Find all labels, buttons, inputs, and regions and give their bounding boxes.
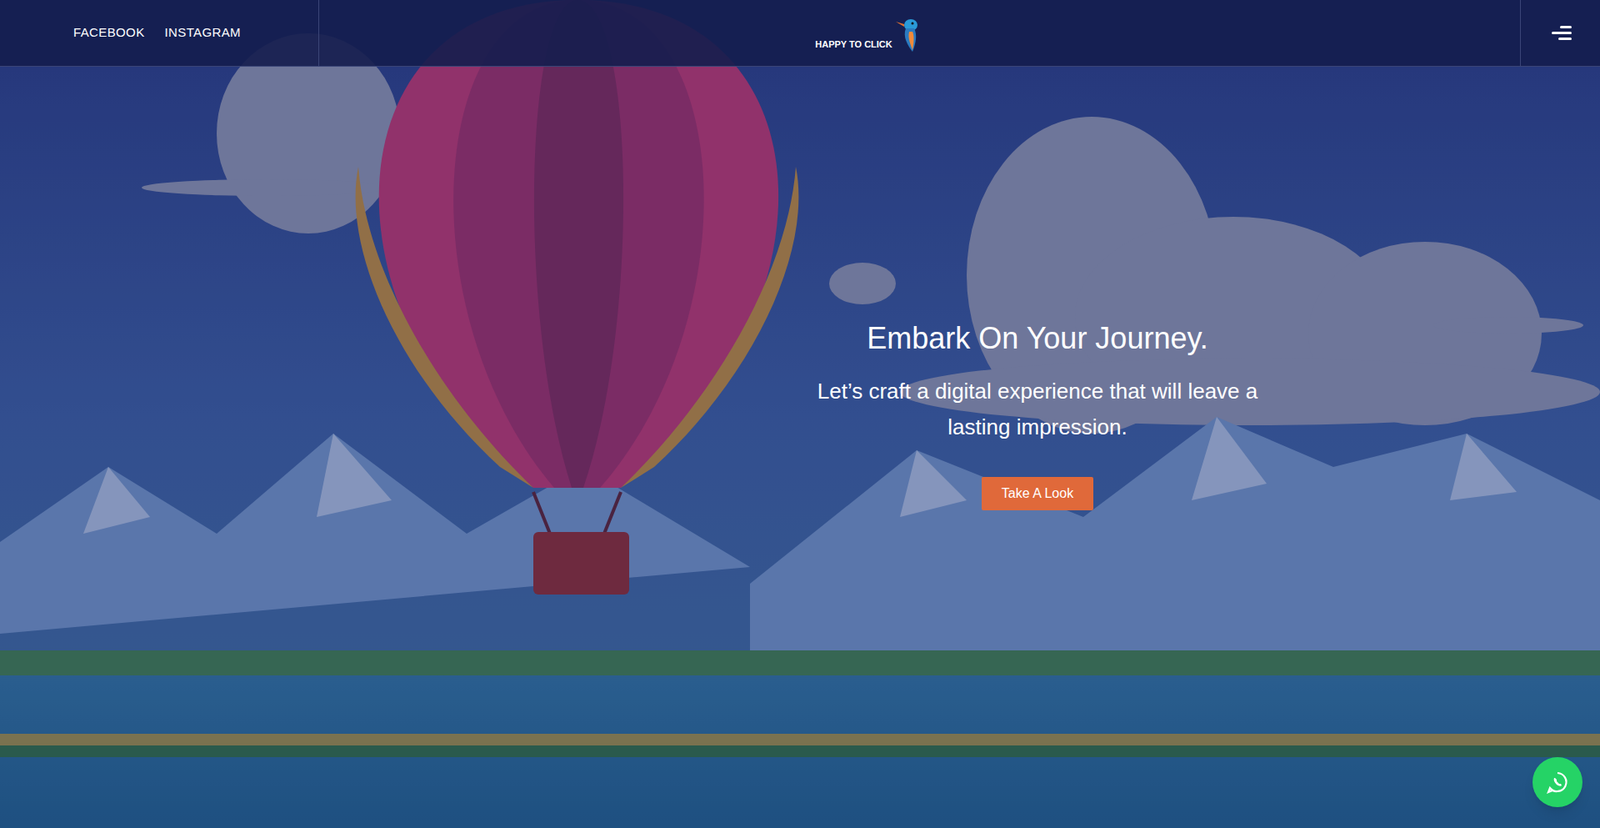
whatsapp-button[interactable] bbox=[1532, 756, 1583, 807]
page: FACEBOOKINSTAGRAMHAPPY TO CLICKEmbark On… bbox=[0, 0, 1600, 828]
hero: Embark On Your Journey. Let’s craft a dig… bbox=[0, 0, 1600, 828]
menu-button[interactable] bbox=[1520, 0, 1600, 66]
whatsapp-icon bbox=[1545, 770, 1570, 794]
take-a-look-button[interactable]: Take A Look bbox=[981, 476, 1094, 510]
social-link[interactable]: INSTAGRAM bbox=[165, 23, 241, 43]
hero-heading: Embark On Your Journey. bbox=[866, 316, 1209, 360]
hero-subtitle: Let’s craft a digital experience that wi… bbox=[812, 373, 1263, 445]
logo[interactable]: HAPPY TO CLICK bbox=[319, 0, 1520, 66]
social-link[interactable]: FACEBOOK bbox=[73, 23, 145, 43]
social-links: FACEBOOK INSTAGRAM bbox=[0, 0, 320, 66]
menu-icon bbox=[1550, 24, 1572, 43]
hero-content: Embark On Your Journey. Let’s craft a dig… bbox=[812, 0, 1263, 828]
kingfisher-icon bbox=[895, 13, 925, 54]
hero-illustration bbox=[0, 0, 1600, 828]
top-bar: FACEBOOK INSTAGRAM HAPPY TO CLICK bbox=[0, 0, 1600, 67]
